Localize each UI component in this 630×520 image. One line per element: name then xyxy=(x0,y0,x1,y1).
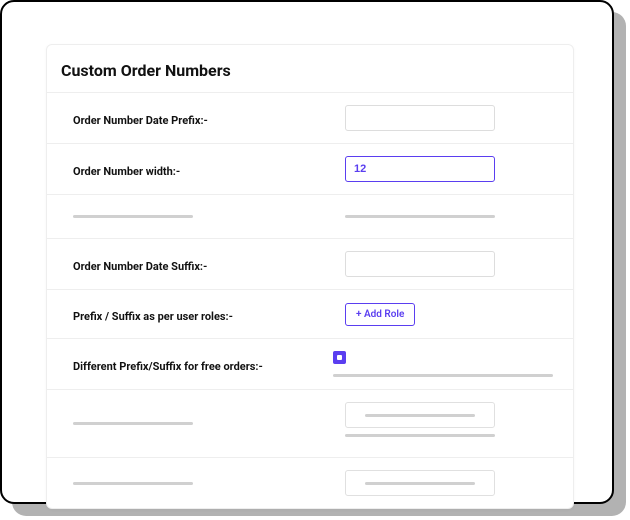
row-placeholder-1 xyxy=(47,194,573,238)
label-date-suffix: Order Number Date Suffix:- xyxy=(73,260,207,273)
placeholder-label xyxy=(73,215,193,218)
settings-card: Custom Order Numbers Order Number Date P… xyxy=(46,44,574,509)
card-title: Custom Order Numbers xyxy=(47,45,573,92)
row-placeholder-2 xyxy=(47,389,573,457)
label-roles: Prefix / Suffix as per user roles:- xyxy=(73,310,233,323)
placeholder-label xyxy=(73,422,193,425)
checkbox-free-orders[interactable] xyxy=(333,351,346,364)
checkbox-mark xyxy=(337,355,342,360)
placeholder-value xyxy=(345,434,495,437)
row-placeholder-3 xyxy=(47,457,573,508)
label-free-orders: Different Prefix/Suffix for free orders:… xyxy=(73,360,263,373)
placeholder-input xyxy=(345,402,495,428)
input-date-prefix[interactable] xyxy=(345,105,495,131)
placeholder-line xyxy=(333,374,553,377)
row-date-prefix: Order Number Date Prefix:- xyxy=(47,92,573,143)
row-width: Order Number width:- xyxy=(47,143,573,194)
placeholder-label xyxy=(73,482,193,485)
add-role-button[interactable]: + Add Role xyxy=(345,303,415,326)
device-frame: Custom Order Numbers Order Number Date P… xyxy=(0,0,614,504)
input-width[interactable] xyxy=(345,156,495,182)
row-date-suffix: Order Number Date Suffix:- xyxy=(47,238,573,289)
row-roles: Prefix / Suffix as per user roles:- + Ad… xyxy=(47,289,573,338)
label-date-prefix: Order Number Date Prefix:- xyxy=(73,114,208,127)
placeholder-value xyxy=(345,215,495,218)
label-width: Order Number width:- xyxy=(73,165,180,178)
placeholder-input xyxy=(345,470,495,496)
input-date-suffix[interactable] xyxy=(345,251,495,277)
row-free-orders: Different Prefix/Suffix for free orders:… xyxy=(47,338,573,389)
